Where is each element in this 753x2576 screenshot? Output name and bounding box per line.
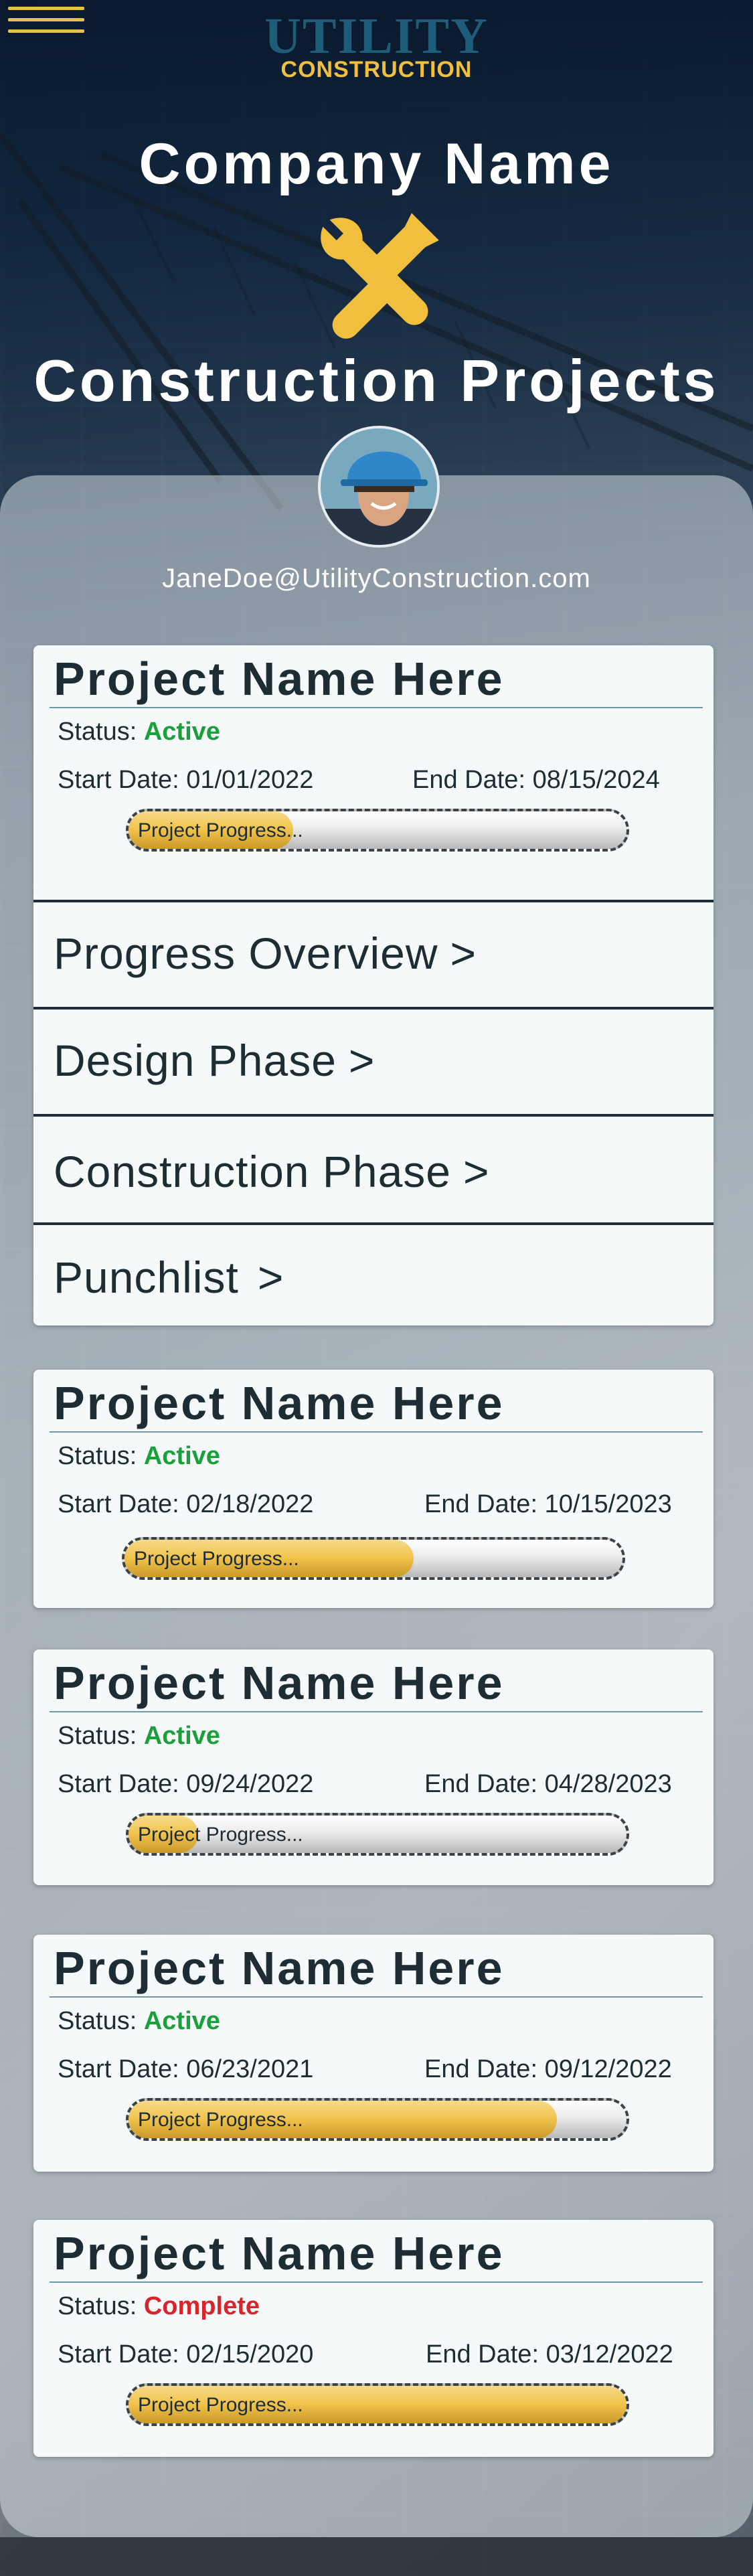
start-date: 02/18/2022 <box>186 1490 314 1518</box>
chevron-right-icon: > <box>257 1253 284 1302</box>
chevron-right-icon: > <box>348 1036 375 1085</box>
end-date: 10/15/2023 <box>544 1490 672 1518</box>
divider <box>50 1996 703 1998</box>
logo-wordmark: UTILITY <box>264 8 489 64</box>
project-card[interactable]: Project Name Here Status: Active Start D… <box>33 1649 714 1885</box>
project-card[interactable]: Project Name Here Status: Active Start D… <box>33 645 714 1325</box>
project-card[interactable]: Project Name Here Status: Active Start D… <box>33 1935 714 2172</box>
logo-subtitle: CONSTRUCTION <box>280 57 473 82</box>
project-status: Status: Complete <box>58 2292 260 2320</box>
avatar-icon <box>321 428 437 545</box>
progress-label: Project Progress... <box>138 2394 303 2416</box>
progress-label: Project Progress... <box>138 1824 303 1846</box>
status-badge: Active <box>143 718 220 746</box>
menu-punchlist[interactable]: Punchlist > <box>33 1222 714 1325</box>
project-progress-bar: Project Progress... <box>122 1537 625 1580</box>
menu-design-phase[interactable]: Design Phase > <box>33 1007 714 1114</box>
divider <box>50 2281 703 2283</box>
project-dates: Start Date: 01/01/2022 End Date: 08/15/2… <box>58 766 660 794</box>
project-title: Project Name Here <box>54 1377 505 1429</box>
start-date: 09/24/2022 <box>186 1770 314 1798</box>
user-avatar[interactable] <box>318 426 440 548</box>
end-date: 08/15/2024 <box>532 766 660 794</box>
project-progress-bar: Project Progress... <box>126 2383 629 2426</box>
divider <box>50 1431 703 1433</box>
bottom-strip <box>0 2537 753 2576</box>
start-date: 06/23/2021 <box>186 2055 314 2083</box>
project-status: Status: Active <box>58 2007 220 2035</box>
project-dates: Start Date: 02/18/2022 End Date: 10/15/2… <box>58 1490 672 1518</box>
status-badge: Active <box>143 1442 220 1470</box>
project-title: Project Name Here <box>54 1942 505 1994</box>
company-logo: UTILITY CONSTRUCTION <box>0 9 753 82</box>
status-badge: Active <box>143 1722 220 1750</box>
project-dates: Start Date: 06/23/2021 End Date: 09/12/2… <box>58 2055 672 2083</box>
project-progress-bar: Project Progress... <box>126 2098 629 2141</box>
project-title: Project Name Here <box>54 1657 505 1709</box>
project-dates: Start Date: 09/24/2022 End Date: 04/28/2… <box>58 1770 672 1798</box>
progress-label: Project Progress... <box>138 2109 303 2131</box>
status-badge: Active <box>143 2007 220 2035</box>
divider <box>50 707 703 708</box>
end-date: 09/12/2022 <box>544 2055 672 2083</box>
progress-label: Project Progress... <box>134 1548 299 1570</box>
project-card[interactable]: Project Name Here Status: Complete Start… <box>33 2220 714 2457</box>
end-date: 04/28/2023 <box>544 1770 672 1798</box>
chevron-right-icon: > <box>450 929 477 978</box>
menu-construction-phase[interactable]: Construction Phase > <box>33 1114 714 1221</box>
wrench-screwdriver-icon <box>321 213 439 339</box>
project-title: Project Name Here <box>54 2227 505 2279</box>
project-progress-bar: Project Progress... <box>126 809 629 852</box>
start-date: 02/15/2020 <box>186 2340 314 2368</box>
start-date: 01/01/2022 <box>186 766 314 794</box>
user-email: JaneDoe@UtilityConstruction.com <box>162 564 591 593</box>
project-status: Status: Active <box>58 1722 220 1750</box>
menu-progress-overview[interactable]: Progress Overview > <box>33 900 714 1007</box>
company-name-heading: Company Name <box>139 132 614 196</box>
chevron-right-icon: > <box>463 1147 490 1196</box>
project-status: Status: Active <box>58 718 220 746</box>
end-date: 03/12/2022 <box>546 2340 673 2368</box>
section-title: Construction Projects <box>33 347 720 414</box>
status-badge: Complete <box>143 2292 260 2320</box>
divider <box>50 1711 703 1712</box>
project-card[interactable]: Project Name Here Status: Active Start D… <box>33 1370 714 1608</box>
project-title: Project Name Here <box>54 653 505 705</box>
project-status: Status: Active <box>58 1442 220 1470</box>
project-progress-bar: Project Progress... <box>126 1813 629 1856</box>
progress-label: Project Progress... <box>138 819 303 841</box>
project-dates: Start Date: 02/15/2020 End Date: 03/12/2… <box>58 2340 673 2368</box>
